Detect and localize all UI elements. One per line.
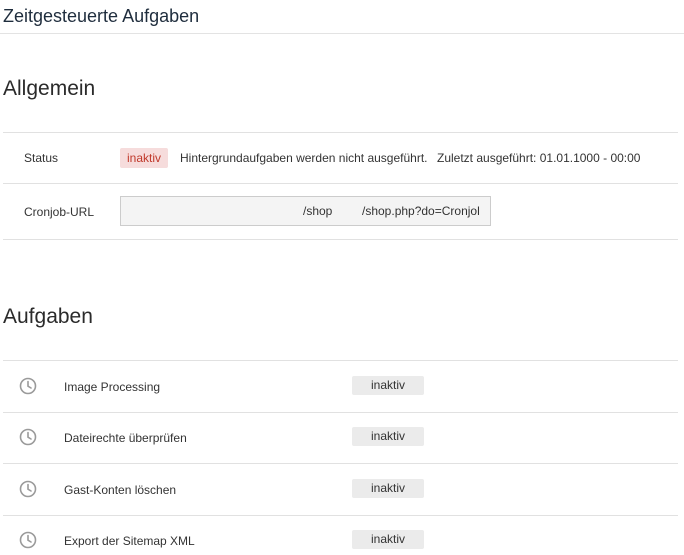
task-status-badge: inaktiv <box>352 376 424 395</box>
cronjob-url-path: /shop <box>303 204 333 218</box>
clock-icon <box>19 531 37 549</box>
task-status-badge: inaktiv <box>352 530 424 549</box>
tasks-section-title: Aufgaben <box>3 305 93 328</box>
general-section-title: Allgemein <box>3 77 96 100</box>
task-name: Gast-Konten löschen <box>64 483 177 497</box>
cronjob-url-script: /shop.php?do=Cronjol <box>362 204 480 218</box>
task-row[interactable]: Gast-Konten löschen inaktiv <box>0 464 684 514</box>
task-row[interactable]: Image Processing inaktiv <box>0 361 684 411</box>
task-row[interactable]: Dateirechte überprüfen inaktiv <box>0 413 684 463</box>
task-name: Image Processing <box>64 380 161 394</box>
cronjob-url-label: Cronjob-URL <box>24 205 95 219</box>
task-name: Dateirechte überprüfen <box>64 431 187 445</box>
page-title: Zeitgesteuerte Aufgaben <box>3 6 200 26</box>
clock-icon <box>19 377 37 395</box>
task-status-badge: inaktiv <box>352 479 424 498</box>
task-status-badge: inaktiv <box>352 427 424 446</box>
status-badge: inaktiv <box>120 148 169 168</box>
status-label: Status <box>24 151 59 165</box>
last-run-text: Zuletzt ausgeführt: 01.01.1000 - 00:00 <box>437 151 641 165</box>
clock-icon <box>19 428 37 446</box>
divider <box>3 183 678 184</box>
page: Zeitgesteuerte Aufgaben Allgemein Status… <box>0 0 684 555</box>
status-text: Hintergrundaufgaben werden nicht ausgefü… <box>180 151 428 165</box>
page-header: Zeitgesteuerte Aufgaben <box>0 0 684 34</box>
task-name: Export der Sitemap XML <box>64 534 195 548</box>
divider <box>3 132 678 133</box>
divider <box>3 239 678 240</box>
clock-icon <box>19 480 37 498</box>
task-row[interactable]: Export der Sitemap XML inaktiv <box>0 516 684 555</box>
